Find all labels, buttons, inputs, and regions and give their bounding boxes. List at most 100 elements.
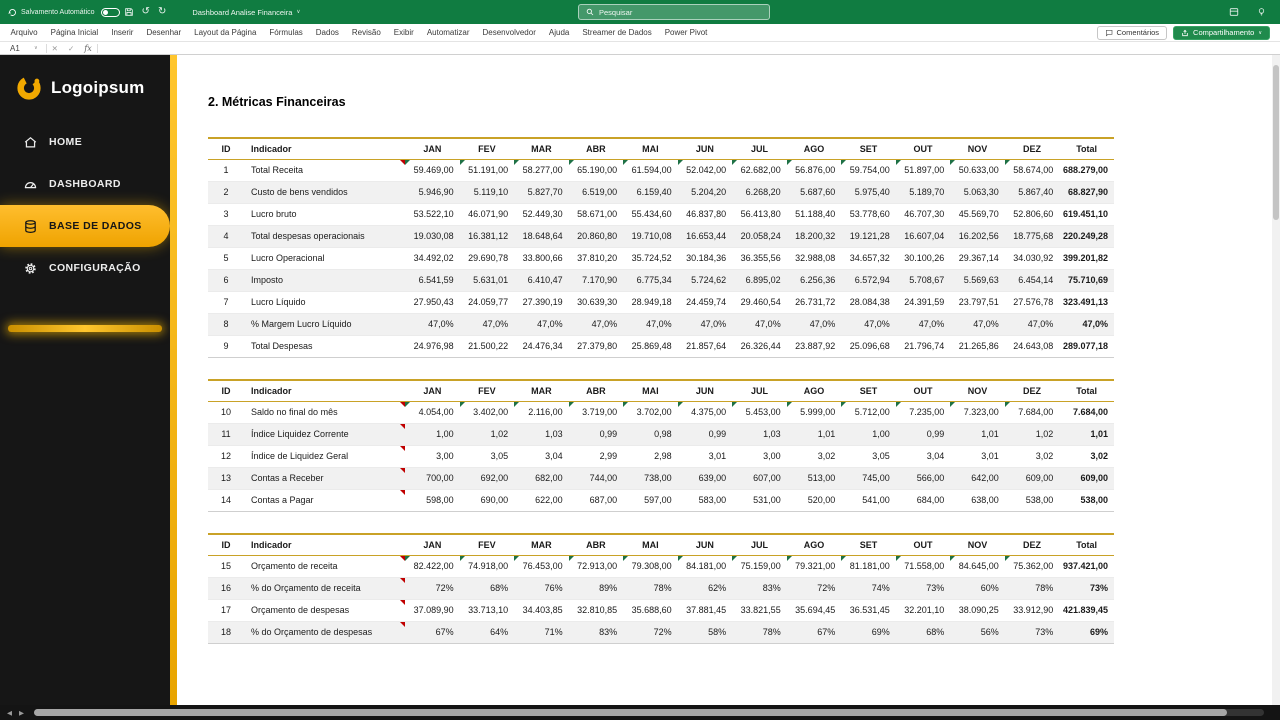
horizontal-scrollbar[interactable] xyxy=(34,709,1264,716)
value-cell[interactable]: 19.710,08 xyxy=(623,225,678,247)
value-cell[interactable]: 2,99 xyxy=(569,445,624,467)
column-header-id[interactable]: ID xyxy=(208,534,244,555)
value-cell[interactable]: 30.184,36 xyxy=(678,247,733,269)
indicator-cell[interactable]: Índice Liquidez Corrente xyxy=(244,423,405,445)
value-cell[interactable]: 597,00 xyxy=(623,489,678,511)
indicator-cell[interactable]: % do Orçamento de despesas xyxy=(244,621,405,643)
value-cell[interactable]: 20.860,80 xyxy=(569,225,624,247)
column-header-indicador[interactable]: Indicador xyxy=(244,138,405,159)
indicator-cell[interactable]: % do Orçamento de receita xyxy=(244,577,405,599)
value-cell[interactable]: 6.775,34 xyxy=(623,269,678,291)
value-cell[interactable]: 5.999,00 xyxy=(787,401,842,423)
value-cell[interactable]: 72% xyxy=(787,577,842,599)
value-cell[interactable]: 68% xyxy=(460,577,515,599)
share-button[interactable]: Compartilhamento ∨ xyxy=(1173,26,1270,40)
value-cell[interactable]: 27.576,78 xyxy=(1005,291,1060,313)
column-header-jun[interactable]: JUN xyxy=(678,138,733,159)
value-cell[interactable]: 32.810,85 xyxy=(569,599,624,621)
value-cell[interactable]: 5.946,90 xyxy=(405,181,460,203)
ribbon-tab-ajuda[interactable]: Ajuda xyxy=(542,24,575,42)
total-cell[interactable]: 399.201,82 xyxy=(1059,247,1114,269)
sidebar-item-configuracao[interactable]: CONFIGURAÇÃO xyxy=(0,247,170,289)
column-header-out[interactable]: OUT xyxy=(896,380,951,401)
value-cell[interactable]: 5.453,00 xyxy=(732,401,787,423)
value-cell[interactable]: 59.754,00 xyxy=(841,159,896,181)
value-cell[interactable]: 5.724,62 xyxy=(678,269,733,291)
column-header-id[interactable]: ID xyxy=(208,380,244,401)
indicator-cell[interactable]: Lucro Operacional xyxy=(244,247,405,269)
indicator-cell[interactable]: Contas a Pagar xyxy=(244,489,405,511)
title-dropdown-icon[interactable]: ∨ xyxy=(296,9,300,15)
vertical-scrollbar-thumb[interactable] xyxy=(1273,65,1279,220)
value-cell[interactable]: 26.326,44 xyxy=(732,335,787,357)
value-cell[interactable]: 609,00 xyxy=(1005,467,1060,489)
comments-button[interactable]: Comentários xyxy=(1097,26,1168,40)
value-cell[interactable]: 3,01 xyxy=(950,445,1005,467)
value-cell[interactable]: 34.492,02 xyxy=(405,247,460,269)
column-header-ago[interactable]: AGO xyxy=(787,380,842,401)
value-cell[interactable]: 78% xyxy=(623,577,678,599)
value-cell[interactable]: 3,05 xyxy=(841,445,896,467)
value-cell[interactable]: 16.653,44 xyxy=(678,225,733,247)
column-header-out[interactable]: OUT xyxy=(896,534,951,555)
insert-function-icon[interactable]: fx xyxy=(79,44,96,53)
name-box[interactable]: A1 xyxy=(0,44,34,53)
value-cell[interactable]: 21.500,22 xyxy=(460,335,515,357)
total-cell[interactable]: 688.279,00 xyxy=(1059,159,1114,181)
prev-sheet-button[interactable]: ◀ xyxy=(7,709,12,717)
value-cell[interactable]: 642,00 xyxy=(950,467,1005,489)
row-id-cell[interactable]: 3 xyxy=(208,203,244,225)
value-cell[interactable]: 3,04 xyxy=(514,445,569,467)
value-cell[interactable]: 45.569,70 xyxy=(950,203,1005,225)
value-cell[interactable]: 700,00 xyxy=(405,467,460,489)
value-cell[interactable]: 29.690,78 xyxy=(460,247,515,269)
value-cell[interactable]: 33.821,55 xyxy=(732,599,787,621)
value-cell[interactable]: 531,00 xyxy=(732,489,787,511)
value-cell[interactable]: 34.030,92 xyxy=(1005,247,1060,269)
value-cell[interactable]: 6.572,94 xyxy=(841,269,896,291)
column-header-jul[interactable]: JUL xyxy=(732,138,787,159)
row-id-cell[interactable]: 4 xyxy=(208,225,244,247)
value-cell[interactable]: 67% xyxy=(405,621,460,643)
value-cell[interactable]: 25.869,48 xyxy=(623,335,678,357)
value-cell[interactable]: 4.054,00 xyxy=(405,401,460,423)
value-cell[interactable]: 33.800,66 xyxy=(514,247,569,269)
ribbon-tab-exibir[interactable]: Exibir xyxy=(387,24,420,42)
value-cell[interactable]: 25.096,68 xyxy=(841,335,896,357)
value-cell[interactable]: 51.897,00 xyxy=(896,159,951,181)
value-cell[interactable]: 690,00 xyxy=(460,489,515,511)
column-header-abr[interactable]: ABR xyxy=(569,380,624,401)
value-cell[interactable]: 69% xyxy=(841,621,896,643)
value-cell[interactable]: 23.797,51 xyxy=(950,291,1005,313)
value-cell[interactable]: 35.694,45 xyxy=(787,599,842,621)
value-cell[interactable]: 1,02 xyxy=(1005,423,1060,445)
value-cell[interactable]: 1,02 xyxy=(460,423,515,445)
row-id-cell[interactable]: 1 xyxy=(208,159,244,181)
value-cell[interactable]: 24.391,59 xyxy=(896,291,951,313)
value-cell[interactable]: 84.181,00 xyxy=(678,555,733,577)
value-cell[interactable]: 1,01 xyxy=(950,423,1005,445)
column-header-mai[interactable]: MAI xyxy=(623,138,678,159)
value-cell[interactable]: 3,02 xyxy=(787,445,842,467)
value-cell[interactable]: 3,02 xyxy=(1005,445,1060,467)
indicator-cell[interactable]: % Margem Lucro Líquido xyxy=(244,313,405,335)
column-header-dez[interactable]: DEZ xyxy=(1005,534,1060,555)
column-header-mai[interactable]: MAI xyxy=(623,380,678,401)
sidebar-item-base-de-dados[interactable]: BASE DE DADOS xyxy=(0,205,170,247)
column-header-jan[interactable]: JAN xyxy=(405,534,460,555)
row-id-cell[interactable]: 5 xyxy=(208,247,244,269)
value-cell[interactable]: 6.410,47 xyxy=(514,269,569,291)
ribbon-tab-desenvolvedor[interactable]: Desenvolvedor xyxy=(476,24,542,42)
value-cell[interactable]: 53.522,10 xyxy=(405,203,460,225)
value-cell[interactable]: 30.639,30 xyxy=(569,291,624,313)
value-cell[interactable]: 538,00 xyxy=(1005,489,1060,511)
value-cell[interactable]: 47,0% xyxy=(460,313,515,335)
value-cell[interactable]: 6.159,40 xyxy=(623,181,678,203)
value-cell[interactable]: 56% xyxy=(950,621,1005,643)
column-header-nov[interactable]: NOV xyxy=(950,380,1005,401)
row-id-cell[interactable]: 8 xyxy=(208,313,244,335)
row-id-cell[interactable]: 10 xyxy=(208,401,244,423)
value-cell[interactable]: 5.063,30 xyxy=(950,181,1005,203)
value-cell[interactable]: 34.403,85 xyxy=(514,599,569,621)
value-cell[interactable]: 62% xyxy=(678,577,733,599)
